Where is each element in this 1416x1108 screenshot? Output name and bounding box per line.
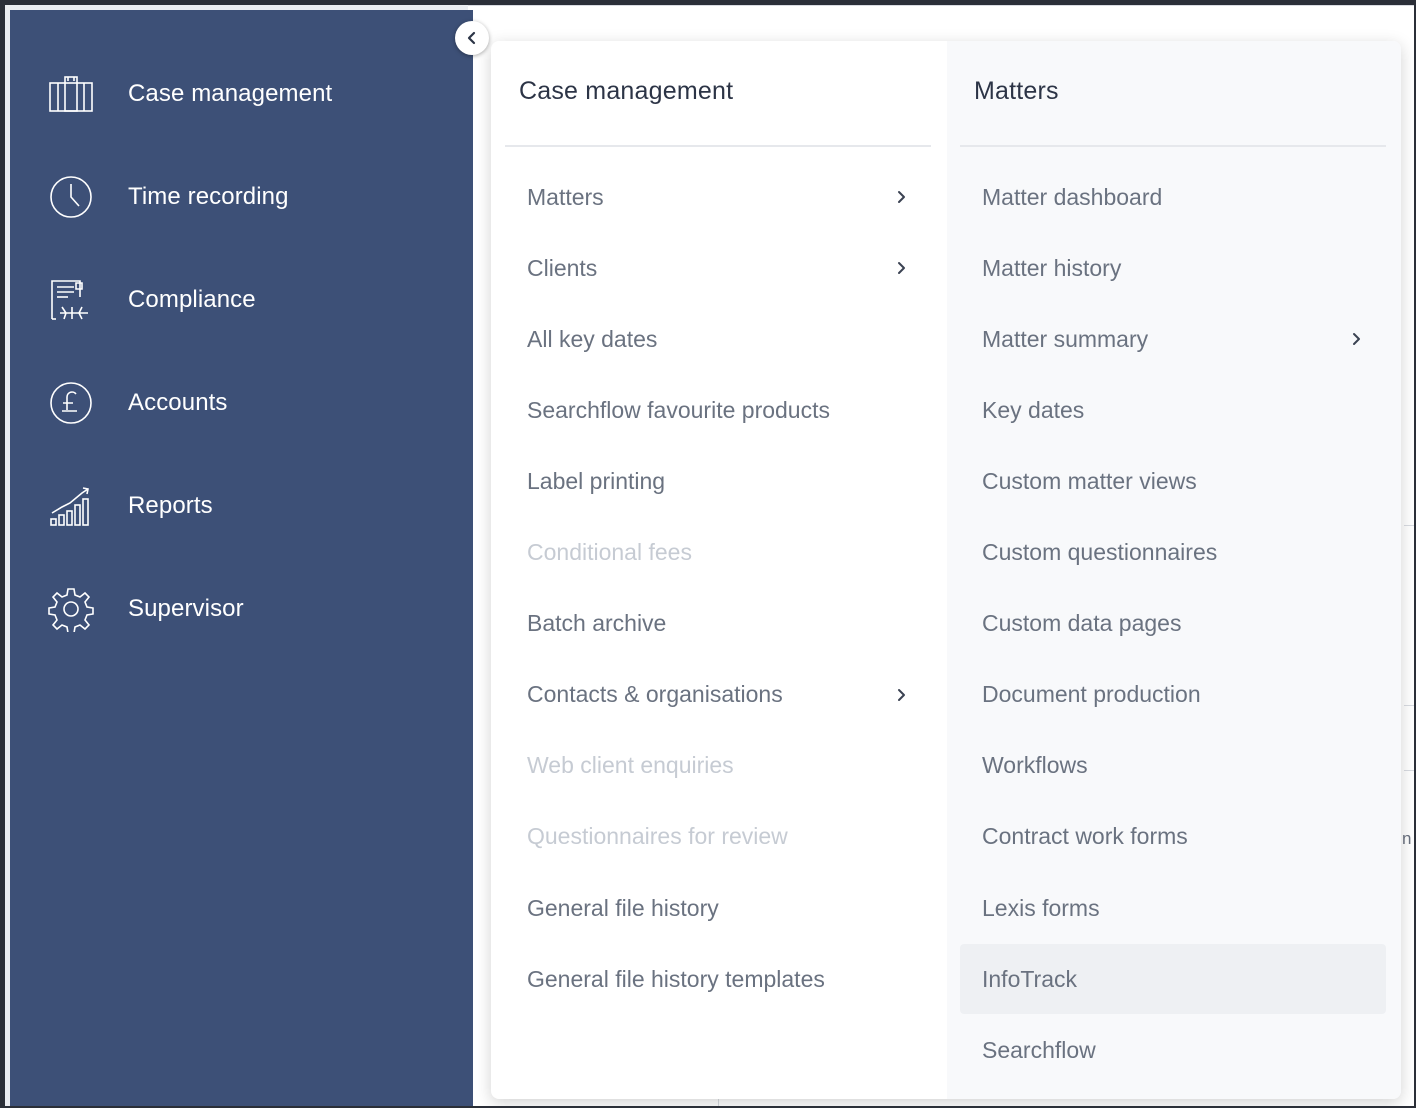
menu-item-searchflow-favourite-products[interactable]: Searchflow favourite products bbox=[505, 375, 931, 445]
menu-item-label: Matter dashboard bbox=[982, 183, 1163, 210]
menu-item-label: Clients bbox=[527, 254, 598, 281]
clock-icon bbox=[48, 174, 94, 220]
menu-item-label: Lexis forms bbox=[982, 894, 1100, 921]
menu-item-conditional-fees: Conditional fees bbox=[505, 518, 931, 588]
submenu-item-infotrack[interactable]: InfoTrack bbox=[960, 944, 1386, 1015]
menu-item-label: Contract work forms bbox=[982, 823, 1188, 850]
chevron-right-icon bbox=[895, 261, 909, 275]
menu-item-matters[interactable]: Matters bbox=[505, 162, 931, 232]
menu-item-label: Label printing bbox=[527, 467, 666, 494]
background-divider bbox=[1404, 770, 1414, 771]
chevron-right-icon bbox=[895, 190, 909, 204]
menu-item-label: Matter summary bbox=[982, 325, 1149, 352]
background-divider bbox=[1404, 525, 1414, 526]
menu-item-all-key-dates[interactable]: All key dates bbox=[505, 304, 931, 374]
sidebar-item-label: Supervisor bbox=[128, 595, 244, 622]
briefcase-icon bbox=[48, 71, 94, 117]
menu-item-label: InfoTrack bbox=[982, 965, 1078, 992]
background-divider bbox=[718, 1099, 719, 1106]
submenu-item-key-dates[interactable]: Key dates bbox=[960, 375, 1386, 445]
menu-item-general-file-history-templates[interactable]: General file history templates bbox=[505, 944, 931, 1014]
menu-item-label: Custom data pages bbox=[982, 610, 1182, 637]
submenu-item-contract-work-forms[interactable]: Contract work forms bbox=[960, 802, 1386, 872]
pound-icon bbox=[48, 380, 94, 426]
chevron-right-icon bbox=[895, 688, 909, 702]
chevron-right-icon bbox=[1350, 332, 1364, 346]
flyout-menu: Case management Matters Matters Clients Al… bbox=[491, 41, 1401, 1099]
menu-item-label: General file history bbox=[527, 894, 719, 921]
menu-item-label: Contacts & organisations bbox=[527, 681, 783, 708]
menu-item-label: Batch archive bbox=[527, 610, 667, 637]
menu-item-label: Questionnaires for review bbox=[527, 823, 788, 850]
menu-item-batch-archive[interactable]: Batch archive bbox=[505, 589, 931, 659]
sidebar-item-reports[interactable]: Reports bbox=[10, 466, 473, 546]
sidebar-item-time-recording[interactable]: Time recording bbox=[10, 157, 473, 237]
bar-chart-icon bbox=[48, 483, 94, 529]
collapse-sidebar-button[interactable] bbox=[455, 21, 489, 55]
submenu-item-searchflow[interactable]: Searchflow bbox=[960, 1015, 1386, 1085]
menu-item-questionnaires-for-review: Questionnaires for review bbox=[505, 802, 931, 872]
menu-item-label: General file history templates bbox=[527, 965, 825, 992]
menu-item-label-printing[interactable]: Label printing bbox=[505, 446, 931, 516]
submenu-item-custom-questionnaires[interactable]: Custom questionnaires bbox=[960, 518, 1386, 588]
flyout-heading-case-management: Case management bbox=[519, 77, 734, 105]
submenu-item-matter-history[interactable]: Matter history bbox=[960, 233, 1386, 303]
menu-item-label: Document production bbox=[982, 681, 1201, 708]
sidebar: Case management Time recording Complianc… bbox=[10, 10, 473, 1106]
sidebar-item-label: Compliance bbox=[128, 286, 256, 313]
sidebar-item-accounts[interactable]: Accounts bbox=[10, 363, 473, 443]
menu-item-label: Matter history bbox=[982, 254, 1122, 281]
sidebar-item-supervisor[interactable]: Supervisor bbox=[10, 569, 473, 649]
menu-item-label: Matters bbox=[527, 183, 604, 210]
menu-item-label: Key dates bbox=[982, 396, 1085, 423]
menu-item-label: Conditional fees bbox=[527, 539, 692, 565]
sidebar-item-label: Case management bbox=[128, 80, 333, 107]
background-divider bbox=[1404, 705, 1414, 706]
menu-item-label: Custom matter views bbox=[982, 467, 1197, 494]
background-divider bbox=[468, 5, 1414, 6]
submenu-item-workflows[interactable]: Workflows bbox=[960, 731, 1386, 801]
submenu-item-custom-data-pages[interactable]: Custom data pages bbox=[960, 589, 1386, 659]
chevron-left-icon bbox=[465, 31, 479, 45]
menu-item-label: Searchflow favourite products bbox=[527, 396, 830, 423]
sidebar-item-label: Accounts bbox=[128, 389, 228, 416]
submenu-item-matter-summary[interactable]: Matter summary bbox=[960, 304, 1386, 374]
sidebar-item-case-management[interactable]: Case management bbox=[10, 54, 473, 134]
menu-item-label: Searchflow bbox=[982, 1036, 1096, 1063]
heading-divider bbox=[505, 145, 931, 147]
sidebar-item-compliance[interactable]: Compliance bbox=[10, 260, 473, 340]
menu-item-label: Workflows bbox=[982, 752, 1088, 779]
menu-item-label: All key dates bbox=[527, 325, 658, 352]
gear-icon bbox=[48, 586, 94, 632]
menu-item-label: Web client enquiries bbox=[527, 752, 734, 779]
submenu-item-lexis-forms[interactable]: Lexis forms bbox=[960, 873, 1386, 943]
menu-item-general-file-history[interactable]: General file history bbox=[505, 873, 931, 943]
menu-item-contacts-and-organisations[interactable]: Contacts & organisations bbox=[505, 660, 931, 730]
menu-item-label: Custom questionnaires bbox=[982, 539, 1218, 565]
app-window: n Case management Time recording Complia… bbox=[0, 0, 1416, 1108]
certificate-icon bbox=[48, 277, 94, 323]
menu-item-web-client-enquiries: Web client enquiries bbox=[505, 731, 931, 801]
submenu-item-document-production[interactable]: Document production bbox=[960, 660, 1386, 730]
sidebar-item-label: Time recording bbox=[128, 183, 289, 210]
submenu-item-custom-matter-views[interactable]: Custom matter views bbox=[960, 446, 1386, 516]
heading-divider bbox=[960, 145, 1386, 147]
submenu-item-matter-dashboard[interactable]: Matter dashboard bbox=[960, 162, 1386, 232]
flyout-heading-matters: Matters bbox=[974, 77, 1059, 105]
menu-item-clients[interactable]: Clients bbox=[505, 233, 931, 303]
background-peek-text: n bbox=[1402, 829, 1412, 848]
sidebar-item-label: Reports bbox=[128, 492, 213, 519]
